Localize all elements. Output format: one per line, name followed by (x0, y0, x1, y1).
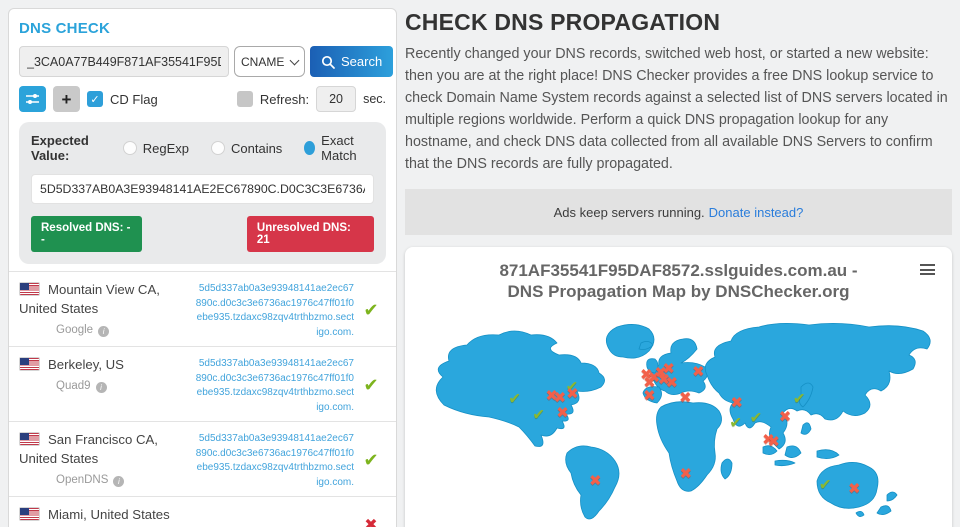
hostname-input[interactable] (19, 46, 229, 77)
server-row: San Francisco CA, United States OpenDNSi… (9, 422, 396, 497)
main-content: CHECK DNS PROPAGATION Recently changed y… (405, 0, 952, 527)
map-unresolved-marker[interactable]: ✖ (779, 410, 792, 425)
server-list: Mountain View CA, United States Googlei … (9, 271, 396, 527)
cd-flag-label: CD Flag (110, 92, 158, 107)
server-location: Miami, United States (48, 507, 170, 522)
record-type-select[interactable]: CNAME (234, 46, 305, 77)
unresolved-cross-icon: ✖ (364, 515, 377, 527)
map-unresolved-marker[interactable]: ✖ (730, 396, 743, 411)
filter-settings-button[interactable] (19, 86, 46, 112)
server-location: Mountain View CA, United States (19, 282, 160, 316)
cd-flag-checkbox[interactable]: ✓ (87, 91, 103, 107)
server-location: Berkeley, US (48, 357, 124, 372)
server-resolved-value[interactable]: 5d5d337ab0a3e93948141ae2ec67890c.d0c3c3e… (195, 430, 354, 490)
match-mode-label: RegExp (143, 141, 189, 156)
server-provider: Google (56, 324, 93, 336)
map-resolved-marker[interactable]: ✔ (750, 411, 763, 426)
map-resolved-marker[interactable]: ✔ (729, 416, 742, 431)
radio-icon (304, 141, 315, 155)
radio-icon (211, 141, 225, 155)
map-unresolved-marker[interactable]: ✖ (589, 473, 602, 488)
server-status-icon: ✔ (354, 280, 388, 340)
refresh-unit: sec. (363, 92, 386, 106)
server-status-icon: ✔ (354, 355, 388, 415)
chart-menu-icon[interactable] (920, 264, 935, 278)
server-row: Mountain View CA, United States Googlei … (9, 272, 396, 347)
map-unresolved-marker[interactable]: ✖ (767, 434, 780, 449)
resolved-check-icon: ✔ (363, 450, 378, 471)
map-resolved-marker[interactable]: ✔ (793, 391, 806, 406)
server-row: Berkeley, US Quad9 i 5d5d337ab0a3e9394814… (9, 347, 396, 422)
page-title: CHECK DNS PROPAGATION (405, 9, 952, 36)
match-mode-regexp[interactable]: RegExp (123, 141, 189, 156)
map-unresolved-marker[interactable]: ✖ (848, 482, 861, 497)
options-row: + ✓ CD Flag Refresh: sec. (19, 86, 386, 112)
map-title-line2: DNS Propagation Map by DNSChecker.org (405, 281, 952, 302)
match-mode-contains[interactable]: Contains (211, 141, 282, 156)
map-unresolved-marker[interactable]: ✖ (692, 364, 705, 379)
map-unresolved-marker[interactable]: ✖ (566, 387, 579, 402)
sliders-icon (25, 92, 40, 106)
world-map[interactable]: ✔✔✔✔✔✔✔✖✖✖✖✖✖✖✖✖✖✖✖✖✖✖✖✖✖✖✖✖ (419, 315, 939, 527)
search-icon (321, 55, 335, 69)
server-status-icon: ✖ (354, 505, 388, 527)
info-icon[interactable]: i (98, 326, 109, 337)
server-row: Miami, United States AT&T Servicesi - ✖ (9, 497, 396, 527)
map-unresolved-marker[interactable]: ✖ (679, 391, 692, 406)
match-mode-label: Contains (231, 141, 282, 156)
donate-link[interactable]: Donate instead? (709, 205, 804, 220)
map-resolved-marker[interactable]: ✔ (508, 392, 521, 407)
map-unresolved-marker[interactable]: ✖ (556, 406, 569, 421)
info-icon[interactable]: i (113, 476, 124, 487)
map-title-line1: 871AF35541F95DAF8572.sslguides.com.au - (405, 260, 952, 281)
map-unresolved-marker[interactable]: ✖ (554, 391, 567, 406)
unresolved-count-badge: Unresolved DNS: 21 (247, 216, 374, 252)
resolved-check-icon: ✔ (363, 375, 378, 396)
map-resolved-marker[interactable]: ✔ (532, 408, 545, 423)
us-flag-icon (19, 282, 40, 296)
intro-text: Recently changed your DNS records, switc… (405, 43, 952, 175)
server-resolved-value[interactable]: 5d5d337ab0a3e93948141ae2ec67890c.d0c3c3e… (195, 355, 354, 415)
map-resolved-marker[interactable]: ✔ (819, 478, 832, 493)
record-type-value: CNAME (241, 55, 284, 69)
server-resolved-value[interactable]: 5d5d337ab0a3e93948141ae2ec67890c.d0c3c3e… (195, 280, 354, 340)
propagation-map-card: 871AF35541F95DAF8572.sslguides.com.au - … (405, 247, 952, 527)
server-resolved-value[interactable]: - (195, 505, 354, 527)
map-unresolved-marker[interactable]: ✖ (643, 388, 656, 403)
search-row: CNAME Search (19, 46, 393, 77)
ads-notice-bar: Ads keep servers running. Donate instead… (405, 189, 952, 235)
info-icon[interactable]: i (96, 382, 107, 393)
server-provider: OpenDNS (56, 474, 108, 486)
refresh-seconds-input[interactable] (316, 86, 356, 112)
refresh-label: Refresh: (260, 92, 309, 107)
resolved-count-badge: Resolved DNS: -- (31, 216, 142, 252)
resolved-check-icon: ✔ (363, 300, 378, 321)
server-status-icon: ✔ (354, 430, 388, 490)
expected-value-panel: Expected Value: RegExp Contains Exact Matc… (19, 122, 386, 264)
map-unresolved-marker[interactable]: ✖ (665, 376, 678, 391)
chevron-down-icon (290, 55, 300, 65)
panel-title: DNS CHECK (19, 20, 386, 37)
expected-value-input[interactable] (31, 174, 374, 204)
dns-check-panel: DNS CHECK CNAME Search + ✓ CD Flag (8, 8, 397, 527)
refresh-group: Refresh: sec. (237, 86, 386, 112)
expected-value-label: Expected Value: (31, 133, 123, 163)
match-mode-group: RegExp Contains Exact Match (123, 133, 374, 163)
match-mode-label: Exact Match (321, 133, 374, 163)
radio-icon (123, 141, 137, 155)
match-mode-exact-match[interactable]: Exact Match (304, 133, 374, 163)
us-flag-icon (19, 432, 40, 446)
search-button[interactable]: Search (310, 46, 393, 77)
search-button-label: Search (341, 54, 382, 69)
server-provider: Quad9 (56, 380, 91, 392)
us-flag-icon (19, 357, 40, 371)
add-server-button[interactable]: + (53, 86, 80, 112)
ads-text: Ads keep servers running. (554, 205, 705, 220)
map-unresolved-marker[interactable]: ✖ (679, 467, 692, 482)
us-flag-icon (19, 507, 40, 521)
refresh-checkbox[interactable] (237, 91, 253, 107)
